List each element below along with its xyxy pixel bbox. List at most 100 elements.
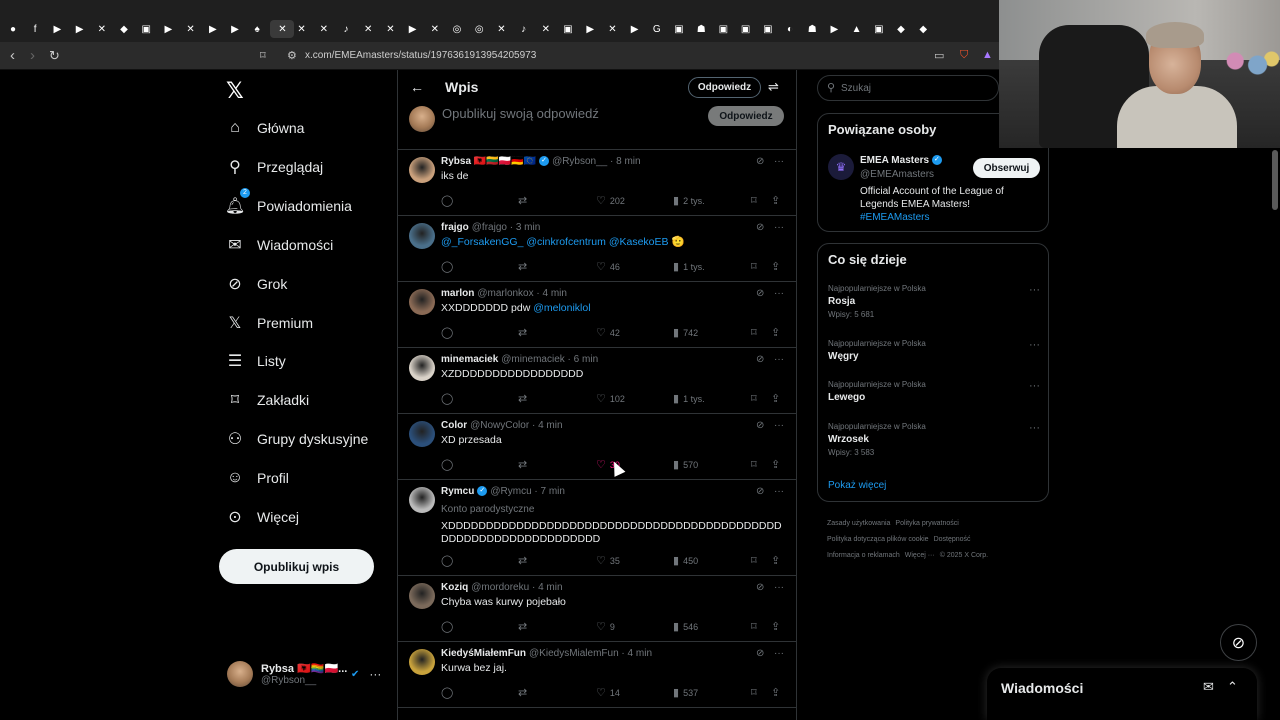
nav-item-communities[interactable]: ⚇ Grupy dyskusyjne — [226, 425, 368, 453]
author-handle[interactable]: @Rymcu — [490, 486, 531, 497]
trend-item[interactable]: Najpopularniejsze w Polska Wrzosek Wpisy: … — [828, 422, 1040, 457]
browser-tab[interactable]: ▣ — [559, 20, 577, 38]
brave-shield-icon[interactable]: ⛉ — [960, 49, 968, 62]
browser-tab[interactable]: ♪ — [515, 20, 533, 38]
views-action[interactable]: ▮ 546 — [673, 620, 698, 633]
browser-tab[interactable]: ● — [4, 20, 22, 38]
bookmark-page-icon[interactable]: ⌑ — [260, 49, 266, 62]
nav-item-bell[interactable]: 🔔︎ 2 Powiadomienia — [225, 187, 352, 220]
reply-action[interactable]: ◯ — [441, 194, 457, 207]
browser-tab[interactable]: ▣ — [137, 20, 155, 38]
share-action[interactable]: ⇪ — [771, 620, 784, 633]
trend-item[interactable]: Najpopularniejsze w Polska Lewego ··· — [828, 380, 1040, 403]
bookmark-action[interactable]: ⌑ — [751, 458, 761, 471]
new-message-icon[interactable]: ✉ — [1203, 679, 1214, 695]
timestamp[interactable]: 3 min — [516, 222, 540, 233]
reload-icon[interactable]: ↻ — [49, 48, 60, 64]
more-icon[interactable]: ··· — [1029, 422, 1040, 434]
reply-tweet[interactable]: frajgo @frajgo · 3 min ⊘ ··· @_ForsakenGG_ @… — [398, 216, 796, 282]
views-action[interactable]: ▮ 450 — [673, 554, 698, 567]
footer-link[interactable]: Informacja o reklamach — [827, 552, 900, 559]
retweet-action[interactable]: ⇄ — [518, 260, 531, 273]
bookmark-action[interactable]: ⌑ — [751, 620, 761, 633]
browser-tab[interactable]: ♠ — [248, 20, 266, 38]
post-button[interactable]: Opublikuj wpis — [219, 549, 374, 584]
avatar[interactable] — [409, 157, 435, 183]
views-action[interactable]: ▮ 1 tys. — [673, 260, 705, 273]
grok-icon[interactable]: ⊘ — [756, 486, 764, 497]
retweet-action[interactable]: ⇄ — [518, 620, 531, 633]
bookmark-action[interactable]: ⌑ — [751, 554, 761, 567]
browser-tab[interactable]: ▣ — [670, 20, 688, 38]
grok-icon[interactable]: ⊘ — [756, 222, 764, 233]
grok-icon[interactable]: ⊘ — [756, 288, 764, 299]
x-logo[interactable]: 𝕏 — [226, 78, 244, 104]
reply-action[interactable]: ◯ — [441, 620, 457, 633]
address-bar[interactable]: x.com/EMEAmasters/status/197636191395420… — [305, 50, 536, 61]
browser-tab[interactable]: ▶ — [581, 20, 599, 38]
grok-icon[interactable]: ⊘ — [756, 582, 764, 593]
bookmark-action[interactable]: ⌑ — [751, 392, 761, 405]
browser-tab[interactable]: ▶ — [404, 20, 422, 38]
browser-tab[interactable]: ✕ — [537, 20, 555, 38]
bookmark-action[interactable]: ⌑ — [751, 326, 761, 339]
browser-tab[interactable]: ✕ — [359, 20, 377, 38]
reply-action[interactable]: ◯ — [441, 326, 457, 339]
reply-action[interactable]: ◯ — [441, 686, 457, 699]
trend-item[interactable]: Najpopularniejsze w Polska Węgry ··· — [828, 339, 1040, 362]
browser-tab[interactable]: ✕ — [293, 20, 311, 38]
browser-tab[interactable]: ▣ — [870, 20, 888, 38]
retweet-action[interactable]: ⇄ — [518, 554, 531, 567]
author-name[interactable]: Color — [441, 420, 467, 431]
page-scrollbar[interactable] — [1272, 150, 1278, 210]
mention-link[interactable]: @_ForsakenGG_ — [441, 236, 523, 248]
browser-tab[interactable]: G — [648, 20, 666, 38]
back-arrow-icon[interactable]: ← — [410, 79, 424, 95]
author-name[interactable]: KiedyśMiałemFun — [441, 648, 526, 659]
more-icon[interactable]: ··· — [774, 288, 784, 299]
author-handle[interactable]: @NowyColor — [470, 420, 529, 431]
bookmark-action[interactable]: ⌑ — [751, 260, 761, 273]
footer-link[interactable]: Polityka prywatności — [895, 520, 958, 527]
retweet-action[interactable]: ⇄ — [518, 686, 531, 699]
author-handle[interactable]: @Rybson__ — [552, 156, 607, 167]
browser-tab[interactable]: ✕ — [426, 20, 444, 38]
more-icon[interactable]: ··· — [1029, 339, 1040, 351]
browser-tab[interactable]: ☗ — [692, 20, 710, 38]
more-icon[interactable]: ··· — [774, 648, 784, 659]
author-handle[interactable]: @minemaciek — [501, 354, 565, 365]
browser-tab[interactable]: ▣ — [714, 20, 732, 38]
footer-link[interactable]: Więcej ··· — [905, 552, 935, 559]
timestamp[interactable]: 4 min — [628, 648, 652, 659]
share-action[interactable]: ⇪ — [771, 194, 784, 207]
nav-item-profile[interactable]: ☺ Profil — [226, 464, 289, 492]
like-action[interactable]: ♡ 14 — [596, 686, 620, 699]
avatar[interactable] — [409, 355, 435, 381]
bookmark-action[interactable]: ⌑ — [751, 686, 761, 699]
reply-input[interactable]: Opublikuj swoją odpowiedź — [442, 106, 599, 121]
chevron-up-icon[interactable]: ⌃ — [1227, 679, 1238, 695]
avatar[interactable] — [409, 421, 435, 447]
grok-icon[interactable]: ⊘ — [1220, 624, 1257, 661]
author-name[interactable]: frajgo — [441, 222, 469, 233]
more-icon[interactable]: ··· — [774, 354, 784, 365]
messages-drawer[interactable]: Wiadomości ✉ ⌃ — [987, 668, 1257, 720]
browser-tab[interactable]: ▶ — [159, 20, 177, 38]
share-action[interactable]: ⇪ — [771, 326, 784, 339]
browser-tab[interactable]: ♪ — [337, 20, 355, 38]
timestamp[interactable]: 4 min — [538, 420, 562, 431]
avatar[interactable] — [409, 487, 435, 513]
brave-rewards-icon[interactable]: ▲ — [982, 49, 993, 61]
like-action[interactable]: ♡ 46 — [596, 260, 620, 273]
browser-tab[interactable]: ▶ — [48, 20, 66, 38]
avatar[interactable] — [409, 223, 435, 249]
composer-reply-button[interactable]: Odpowiedz — [708, 106, 784, 126]
timestamp[interactable]: 7 min — [541, 486, 565, 497]
nav-item-bookmark[interactable]: ⌑ Zakładki — [226, 386, 309, 414]
timestamp[interactable]: 6 min — [574, 354, 598, 365]
more-icon[interactable]: ··· — [1029, 284, 1040, 296]
author-name[interactable]: Rybsa 🇦🇱🇱🇹🇵🇱🇩🇪🇪🇺 — [441, 156, 536, 167]
search-input[interactable]: Szukaj — [841, 83, 871, 94]
browser-tab[interactable]: ✕ — [381, 20, 399, 38]
nav-item-list[interactable]: ☰ Listy — [226, 347, 286, 375]
